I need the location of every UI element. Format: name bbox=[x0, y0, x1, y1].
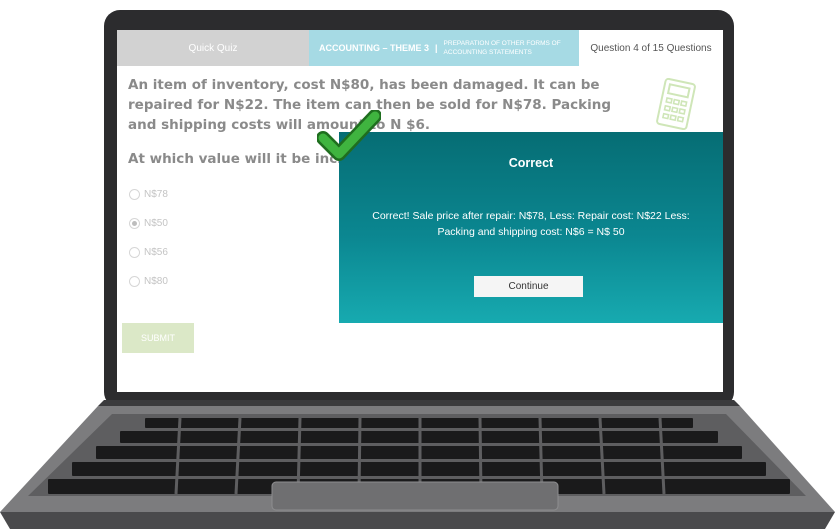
option-label: N$50 bbox=[144, 218, 168, 229]
popup-message: Correct! Sale price after repair: N$78, … bbox=[372, 210, 690, 238]
checkmark-icon bbox=[317, 110, 381, 161]
option-n80[interactable]: N$80 bbox=[129, 267, 168, 296]
radio-button[interactable] bbox=[129, 276, 140, 287]
breadcrumb-separator: | bbox=[435, 43, 438, 53]
subtopic-label: PREPARATION OF OTHER FORMS OF ACCOUNTING… bbox=[443, 40, 561, 56]
continue-button[interactable]: Continue bbox=[474, 276, 583, 297]
submit-button[interactable]: SUBMIT bbox=[122, 323, 194, 353]
option-label: N$78 bbox=[144, 189, 168, 200]
quick-quiz-tab[interactable]: Quick Quiz bbox=[117, 30, 309, 66]
question-progress: Question 4 of 15 Questions bbox=[579, 30, 723, 66]
feedback-popup: Correct Correct! Sale price after repair… bbox=[339, 132, 723, 323]
option-label: N$80 bbox=[144, 276, 168, 287]
calculator-icon bbox=[656, 78, 696, 130]
option-n50[interactable]: N$50 bbox=[129, 209, 168, 238]
laptop-screen: Quick Quiz ACCOUNTING – THEME 3 | PREPAR… bbox=[117, 30, 723, 392]
option-n78[interactable]: N$78 bbox=[129, 180, 168, 209]
answer-options: N$78 N$50 N$56 N$80 bbox=[129, 180, 168, 296]
laptop-keyboard-deck bbox=[0, 400, 835, 529]
option-label: N$56 bbox=[144, 247, 168, 258]
radio-button[interactable] bbox=[129, 189, 140, 200]
radio-button[interactable] bbox=[129, 247, 140, 258]
theme-breadcrumb: ACCOUNTING – THEME 3 | PREPARATION OF OT… bbox=[309, 30, 579, 66]
radio-button-selected[interactable] bbox=[129, 218, 140, 229]
option-n56[interactable]: N$56 bbox=[129, 238, 168, 267]
popup-title: Correct bbox=[508, 156, 554, 170]
theme-label: ACCOUNTING – THEME 3 bbox=[319, 43, 430, 53]
quiz-header-bar: Quick Quiz ACCOUNTING – THEME 3 | PREPAR… bbox=[117, 30, 723, 66]
